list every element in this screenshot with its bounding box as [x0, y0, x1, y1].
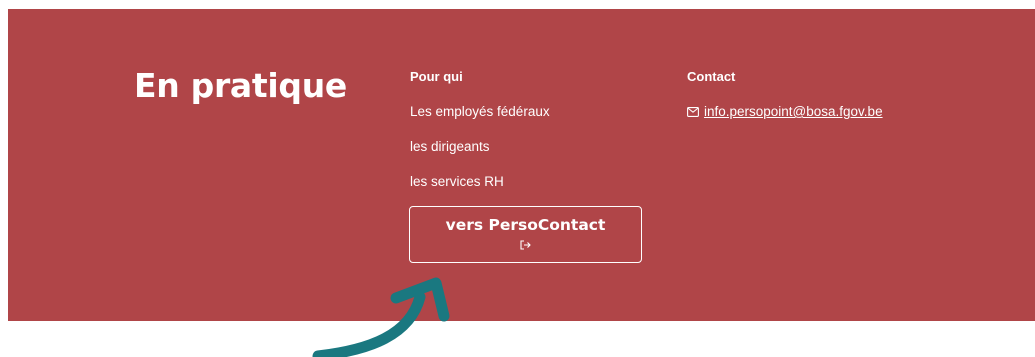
perso-contact-button-label: vers PersoContact — [445, 215, 606, 234]
en-pratique-section — [8, 9, 1035, 321]
external-link-icon — [520, 239, 531, 250]
perso-contact-button[interactable]: vers PersoContact — [409, 206, 642, 263]
mail-icon — [687, 107, 699, 117]
audience-heading: Pour qui — [410, 69, 463, 84]
audience-item-employees: Les employés fédéraux — [410, 104, 550, 119]
contact-heading: Contact — [687, 69, 736, 84]
contact-email-link[interactable]: info.persopoint@bosa.fgov.be — [704, 104, 883, 120]
section-title: En pratique — [134, 66, 347, 105]
audience-item-managers: les dirigeants — [410, 139, 490, 154]
contact-email-row: info.persopoint@bosa.fgov.be — [687, 104, 883, 120]
audience-item-hr-services: les services RH — [410, 174, 504, 189]
